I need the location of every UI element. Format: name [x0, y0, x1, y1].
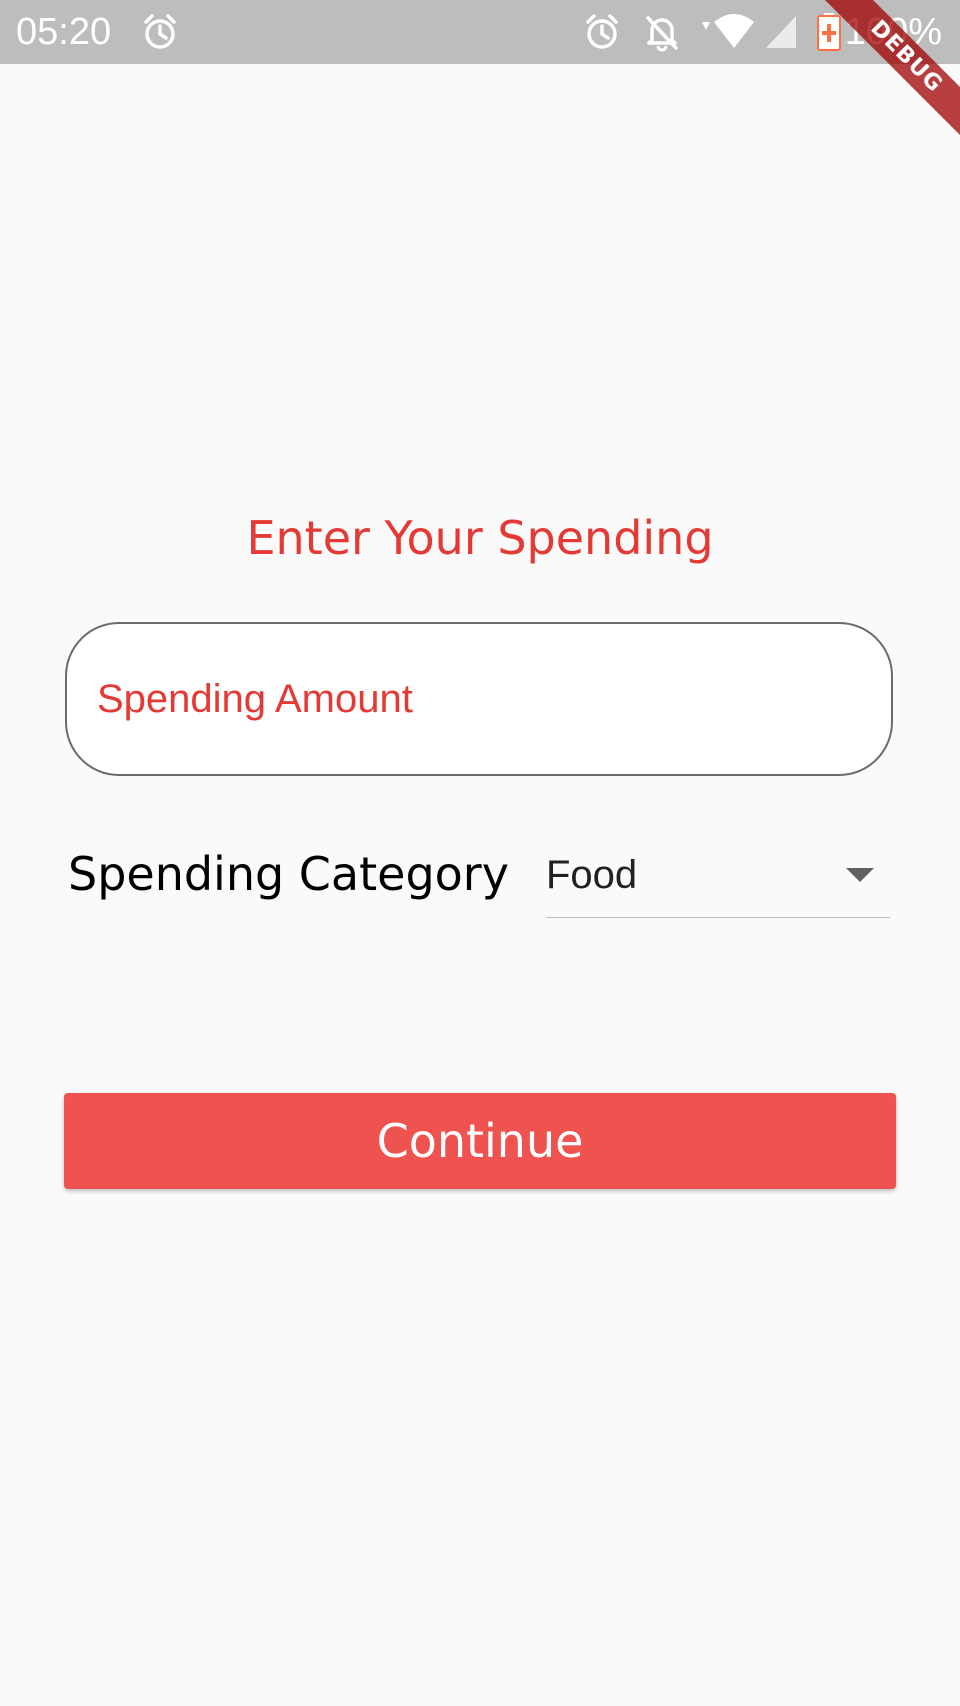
notifications-off-icon	[642, 12, 682, 56]
alarm-icon	[582, 12, 622, 56]
continue-button[interactable]: Continue	[64, 1093, 896, 1189]
spending-amount-field[interactable]	[65, 622, 893, 776]
page-title: Enter Your Spending	[246, 511, 714, 565]
spending-category-dropdown[interactable]: Food	[546, 842, 890, 918]
wifi-icon	[700, 12, 756, 56]
spending-category-value: Food	[546, 853, 638, 897]
battery-percentage: 100%	[844, 11, 942, 53]
battery-charging-icon	[816, 12, 842, 56]
spending-category-label: Spending Category	[68, 847, 509, 901]
status-bar: 05:20 100%	[0, 0, 960, 64]
spending-amount-input[interactable]	[97, 624, 857, 774]
dropdown-arrow-icon	[846, 868, 874, 882]
signal-icon	[764, 12, 800, 56]
alarm-icon	[140, 12, 180, 56]
status-time: 05:20	[16, 11, 112, 53]
